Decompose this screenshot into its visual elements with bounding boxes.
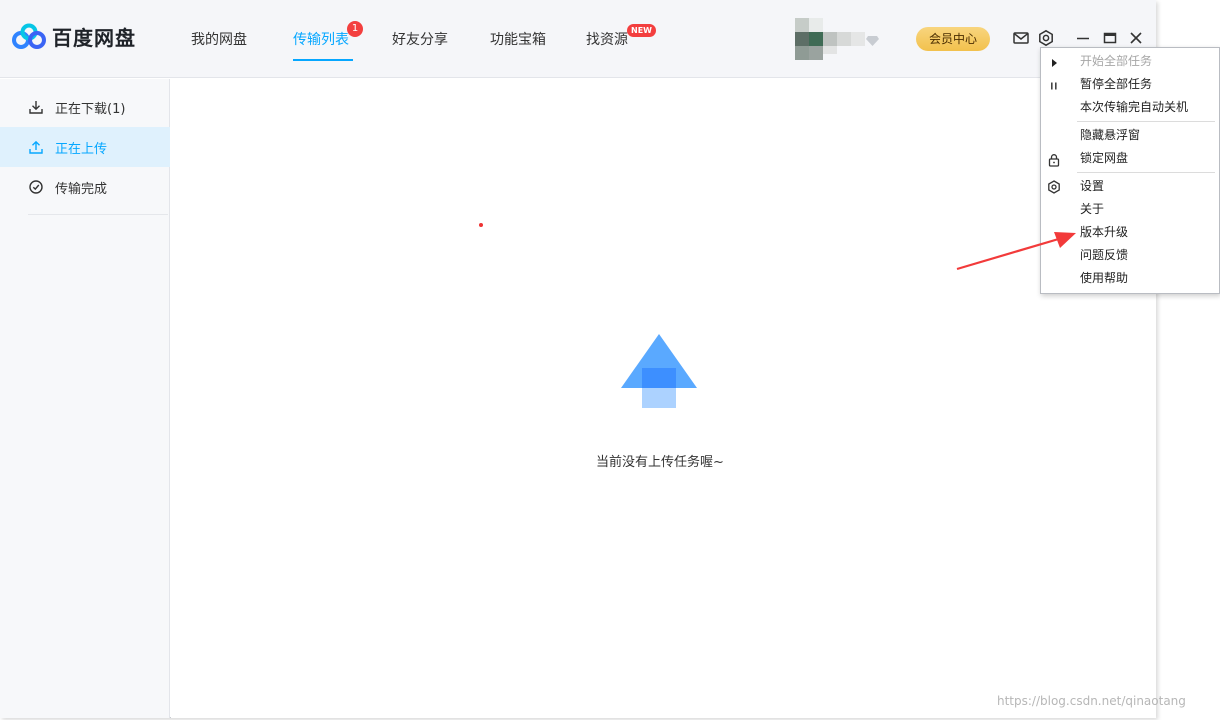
sidebar-item-label: 正在上传 bbox=[55, 141, 108, 157]
sidebar-item-label: 传输完成 bbox=[55, 181, 108, 197]
menu-shutdown-after-transfer[interactable]: 本次传输完自动关机 bbox=[1041, 96, 1219, 118]
red-annotation-arrow-icon bbox=[956, 232, 1076, 271]
menu-divider bbox=[1077, 172, 1215, 173]
menu-settings[interactable]: 设置 bbox=[1041, 175, 1219, 197]
sidebar: 正在下载(1) 正在上传 传输完成 bbox=[0, 79, 170, 718]
app-window: 百度网盘 我的网盘 传输列表 1 好友分享 功能宝箱 找资源 NEW 会员中心 bbox=[0, 0, 1156, 718]
diamond-icon bbox=[866, 36, 879, 46]
nav-tab-my-disk[interactable]: 我的网盘 bbox=[191, 29, 247, 49]
menu-pause-all-tasks[interactable]: 暂停全部任务 bbox=[1041, 73, 1219, 95]
menu-about[interactable]: 关于 bbox=[1041, 198, 1219, 220]
title-bar: 百度网盘 我的网盘 传输列表 1 好友分享 功能宝箱 找资源 NEW 会员中心 bbox=[0, 0, 1156, 78]
nav-tab-find-resources[interactable]: 找资源 bbox=[586, 29, 628, 49]
close-icon[interactable] bbox=[1127, 29, 1145, 47]
sidebar-item-uploading[interactable]: 正在上传 bbox=[0, 127, 170, 167]
menu-lock-netdisk[interactable]: 锁定网盘 bbox=[1041, 147, 1219, 169]
watermark-text: https://blog.csdn.net/qinaotang bbox=[997, 694, 1186, 708]
upload-empty-state-icon bbox=[621, 334, 697, 408]
mail-icon[interactable] bbox=[1012, 29, 1030, 47]
nav-tab-transfer-list[interactable]: 传输列表 bbox=[293, 29, 349, 49]
red-dot bbox=[479, 223, 483, 227]
menu-start-all-tasks[interactable]: 开始全部任务 bbox=[1041, 50, 1219, 72]
minimize-icon[interactable] bbox=[1074, 29, 1092, 47]
gear-icon[interactable] bbox=[1037, 29, 1055, 47]
maximize-icon[interactable] bbox=[1101, 29, 1119, 47]
sidebar-item-label: 正在下载(1) bbox=[55, 101, 126, 117]
active-tab-indicator bbox=[293, 59, 353, 61]
new-badge: NEW bbox=[627, 24, 656, 37]
app-title: 百度网盘 bbox=[52, 26, 136, 50]
sidebar-item-completed[interactable]: 传输完成 bbox=[0, 167, 170, 207]
upload-icon bbox=[29, 140, 43, 154]
menu-divider bbox=[1077, 121, 1215, 122]
check-circle-icon bbox=[29, 180, 43, 194]
avatar[interactable] bbox=[795, 18, 881, 60]
download-icon bbox=[29, 101, 43, 114]
sidebar-item-downloading[interactable]: 正在下载(1) bbox=[0, 87, 170, 127]
app-logo[interactable]: 百度网盘 bbox=[12, 22, 136, 51]
sidebar-divider bbox=[28, 214, 168, 215]
transfer-count-badge: 1 bbox=[347, 21, 363, 37]
menu-hide-floating-window[interactable]: 隐藏悬浮窗 bbox=[1041, 124, 1219, 146]
nav-tab-toolbox[interactable]: 功能宝箱 bbox=[490, 29, 546, 49]
vip-center-button[interactable]: 会员中心 bbox=[916, 27, 990, 51]
nav-tab-friend-share[interactable]: 好友分享 bbox=[392, 29, 448, 49]
baidu-netdisk-logo-icon bbox=[12, 23, 46, 49]
empty-state-message: 当前没有上传任务喔~ bbox=[596, 455, 724, 470]
